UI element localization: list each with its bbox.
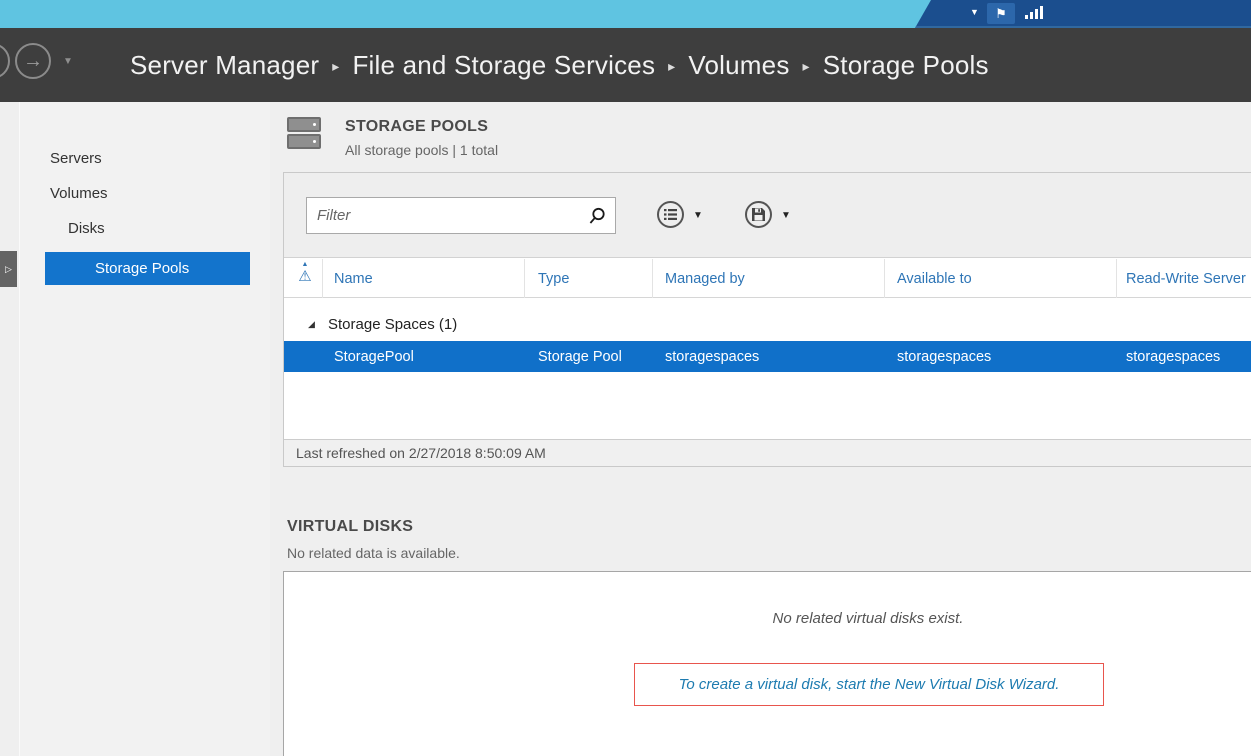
sidebar-collapse-button[interactable]: ▷	[0, 251, 17, 287]
breadcrumb-item-server-manager[interactable]: Server Manager	[130, 50, 319, 81]
search-icon	[587, 206, 607, 226]
column-header-alerts[interactable]: ▲ ⚠	[292, 261, 318, 297]
cell-type: Storage Pool	[538, 341, 622, 372]
column-header-managed-by[interactable]: Managed by	[665, 259, 745, 298]
filter-field	[306, 197, 616, 234]
breadcrumb-separator-icon: ▸	[332, 55, 339, 75]
app-header: → ▼ Server Manager ▸ File and Storage Se…	[0, 28, 1251, 102]
new-virtual-disk-wizard-link[interactable]: To create a virtual disk, start the New …	[679, 676, 1060, 693]
warning-triangle-icon: ⚠	[292, 269, 318, 285]
column-divider	[1116, 259, 1117, 298]
nav-history-dropdown-icon[interactable]: ▼	[63, 56, 73, 67]
column-header-read-write-server[interactable]: Read-Write Server	[1126, 259, 1246, 298]
table-header-row: ▲ ⚠ Name Type Managed by Available to Re…	[284, 259, 1251, 298]
server-manager-window: ▼ ⚑ → ▼ Server Manager ▸ File and Storag…	[0, 0, 1251, 756]
column-header-name[interactable]: Name	[334, 259, 373, 298]
cell-managed-by: storagespaces	[665, 341, 759, 372]
group-label: Storage Spaces (1)	[328, 316, 457, 333]
virtual-disks-subtitle: No related data is available.	[287, 545, 460, 561]
query-list-dropdown-icon[interactable]: ▼	[693, 210, 703, 221]
tray-chevron-icon[interactable]: ▼	[970, 7, 979, 17]
storage-pools-title: STORAGE POOLS	[345, 118, 488, 136]
cell-read-write-server: storagespaces	[1126, 341, 1220, 372]
storage-pools-table-panel: ▼ ▼ ▲ ⚠ Name Type Manage	[283, 172, 1251, 467]
forward-button[interactable]: →	[15, 43, 51, 79]
column-divider	[322, 259, 323, 298]
table-row-storagepool[interactable]: StoragePool Storage Pool storagespaces s…	[284, 341, 1251, 372]
new-virtual-disk-wizard-callout: To create a virtual disk, start the New …	[634, 663, 1104, 706]
storage-pool-icon	[287, 117, 323, 152]
group-expander-icon[interactable]: ◢	[308, 319, 315, 330]
group-row-storage-spaces[interactable]: ◢ Storage Spaces (1)	[284, 309, 1251, 339]
back-button[interactable]	[0, 43, 10, 79]
column-divider	[884, 259, 885, 298]
breadcrumb-separator-icon: ▸	[668, 55, 675, 75]
sidebar-item-servers[interactable]: Servers	[50, 150, 102, 167]
save-query-button[interactable]	[745, 201, 772, 228]
filter-input[interactable]	[307, 198, 615, 233]
collapse-arrow-icon: ▷	[5, 264, 12, 275]
system-tray: ▼ ⚑	[915, 0, 1251, 28]
cell-name: StoragePool	[334, 341, 414, 372]
column-header-type[interactable]: Type	[538, 259, 569, 298]
storage-pools-subtitle: All storage pools | 1 total	[345, 142, 498, 158]
sidebar-item-disks[interactable]: Disks	[68, 220, 105, 237]
column-divider	[524, 259, 525, 298]
sidebar-item-volumes[interactable]: Volumes	[50, 185, 108, 202]
network-signal-icon[interactable]	[1025, 6, 1047, 21]
breadcrumb-item-file-storage-services[interactable]: File and Storage Services	[352, 50, 655, 81]
save-icon	[752, 208, 765, 221]
virtual-disks-panel: No related virtual disks exist. To creat…	[283, 571, 1251, 756]
column-divider	[652, 259, 653, 298]
save-query-dropdown-icon[interactable]: ▼	[781, 210, 791, 221]
action-center-flag-icon[interactable]: ⚑	[987, 3, 1015, 24]
virtual-disks-empty-message: No related virtual disks exist.	[284, 610, 1251, 627]
last-refreshed-statusbar: Last refreshed on 2/27/2018 8:50:09 AM	[284, 439, 1251, 466]
breadcrumb-separator-icon: ▸	[803, 55, 810, 75]
desktop-topbar: ▼ ⚑	[0, 0, 1251, 28]
virtual-disks-title: VIRTUAL DISKS	[287, 518, 413, 536]
column-header-available-to[interactable]: Available to	[897, 259, 972, 298]
storage-pools-toolbar: ▼ ▼	[284, 173, 1251, 258]
breadcrumb-item-volumes[interactable]: Volumes	[688, 50, 789, 81]
sidebar-item-storage-pools[interactable]: Storage Pools	[45, 252, 250, 285]
query-list-button[interactable]	[657, 201, 684, 228]
breadcrumb-item-storage-pools[interactable]: Storage Pools	[823, 50, 989, 81]
list-icon	[664, 208, 677, 221]
breadcrumb: Server Manager ▸ File and Storage Servic…	[130, 28, 989, 102]
sidebar: Servers Volumes Disks Storage Pools	[20, 102, 270, 756]
cell-available-to: storagespaces	[897, 341, 991, 372]
storage-pools-heading: STORAGE POOLS All storage pools | 1 tota…	[283, 112, 983, 172]
